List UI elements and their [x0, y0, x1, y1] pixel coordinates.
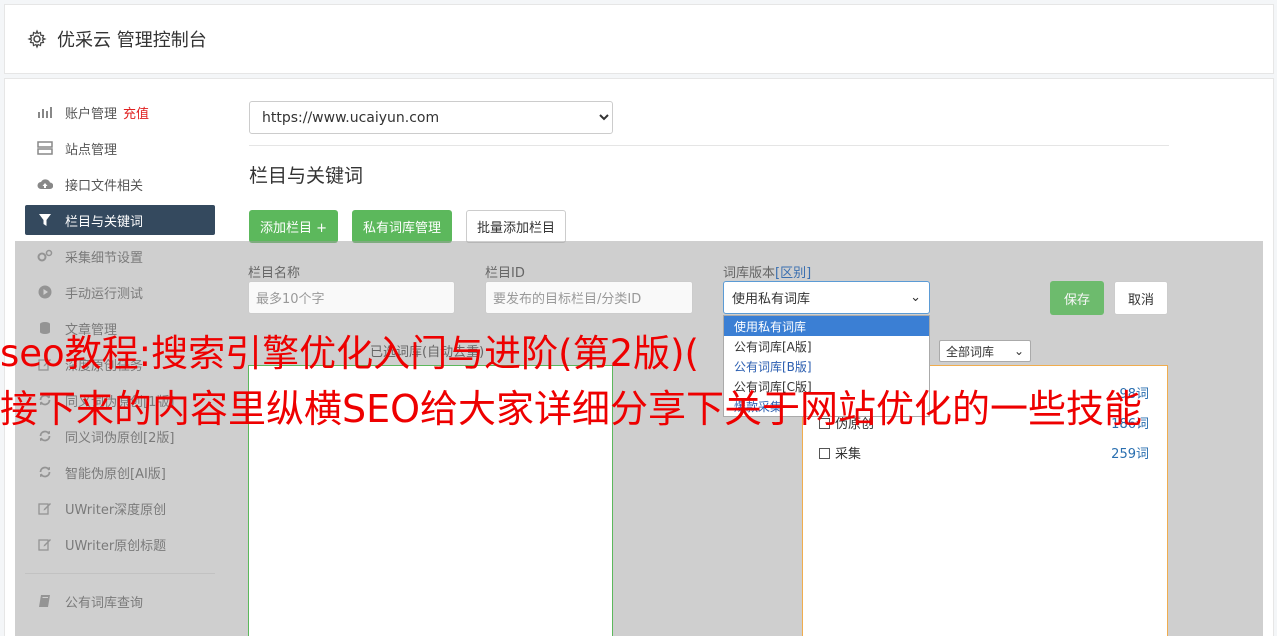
gear-icon — [27, 29, 47, 49]
app-title: 优采云 管理控制台 — [57, 30, 207, 51]
divider — [249, 145, 1169, 146]
sidebar-item-columns[interactable]: 栏目与关键词 — [25, 205, 215, 235]
sidebar-item-label: 账户管理 — [65, 106, 118, 122]
lib-filter-select[interactable]: 全部词库 ⌄ — [939, 340, 1031, 362]
dropdown-option[interactable]: 公有词库[B版] — [724, 356, 929, 376]
watermark-line-2: 接下来的内容里纵横SEO给大家详细分享下关于网站优化的一些技能 — [0, 387, 1143, 431]
lib-count: 259词 — [1111, 447, 1149, 462]
list-item[interactable]: 采集 259词 — [819, 443, 1149, 462]
lib-version-text: 词库版本 — [723, 266, 776, 281]
lib-name: 采集 — [835, 447, 862, 462]
lib-filter-value: 全部词库 — [946, 344, 995, 359]
sidebar-item-interface[interactable]: 接口文件相关 — [25, 169, 215, 199]
column-name-input[interactable]: 最多10个字 — [248, 281, 455, 314]
lib-label: 采集 — [819, 443, 861, 462]
sidebar-item-sites[interactable]: 站点管理 — [25, 133, 215, 163]
bar-chart-icon — [37, 104, 53, 120]
sidebar-item-label: 站点管理 — [65, 142, 118, 158]
sidebar-item-label: 接口文件相关 — [65, 178, 144, 194]
app-header: 优采云 管理控制台 — [4, 4, 1274, 74]
column-id-label: 栏目ID — [485, 266, 525, 281]
chevron-down-icon: ⌄ — [1013, 344, 1024, 358]
section-title: 栏目与关键词 — [249, 165, 364, 187]
private-lib-button[interactable]: 私有词库管理 — [352, 210, 453, 243]
recharge-link[interactable]: 充值 — [123, 103, 149, 122]
content-area: https://www.ucaiyun.com 栏目与关键词 添加栏目 + 私有… — [249, 101, 1169, 243]
dropdown-option[interactable]: 使用私有词库 — [724, 316, 929, 336]
button-row: 添加栏目 + 私有词库管理 批量添加栏目 — [249, 210, 567, 243]
lib-version-value: 使用私有词库 — [732, 292, 811, 307]
cancel-button[interactable]: 取消 — [1114, 281, 1168, 315]
watermark-line-1: seo教程:搜索引擎优化入门与进阶(第2版)( — [0, 332, 699, 375]
column-id-input[interactable]: 要发布的目标栏目/分类ID — [485, 281, 693, 314]
column-name-label: 栏目名称 — [248, 266, 301, 281]
site-select[interactable]: https://www.ucaiyun.com — [249, 101, 613, 134]
lib-version-label: 词库版本[区别] — [723, 262, 811, 281]
add-column-button[interactable]: 添加栏目 + — [249, 210, 339, 243]
lib-version-select[interactable]: 使用私有词库 ⌄ — [723, 281, 930, 314]
diff-link[interactable]: [区别] — [775, 266, 811, 281]
checkbox[interactable] — [819, 448, 830, 459]
chevron-down-icon: ⌄ — [910, 290, 921, 305]
cloud-upload-icon — [37, 176, 53, 192]
save-button[interactable]: 保存 — [1050, 281, 1104, 315]
dropdown-option[interactable]: 公有词库[A版] — [724, 336, 929, 356]
sidebar-item-label: 栏目与关键词 — [65, 214, 144, 230]
sidebar-item-account[interactable]: 账户管理 充值 — [25, 97, 215, 127]
server-icon — [37, 140, 53, 156]
batch-add-button[interactable]: 批量添加栏目 — [466, 210, 567, 243]
filter-icon — [37, 212, 53, 228]
